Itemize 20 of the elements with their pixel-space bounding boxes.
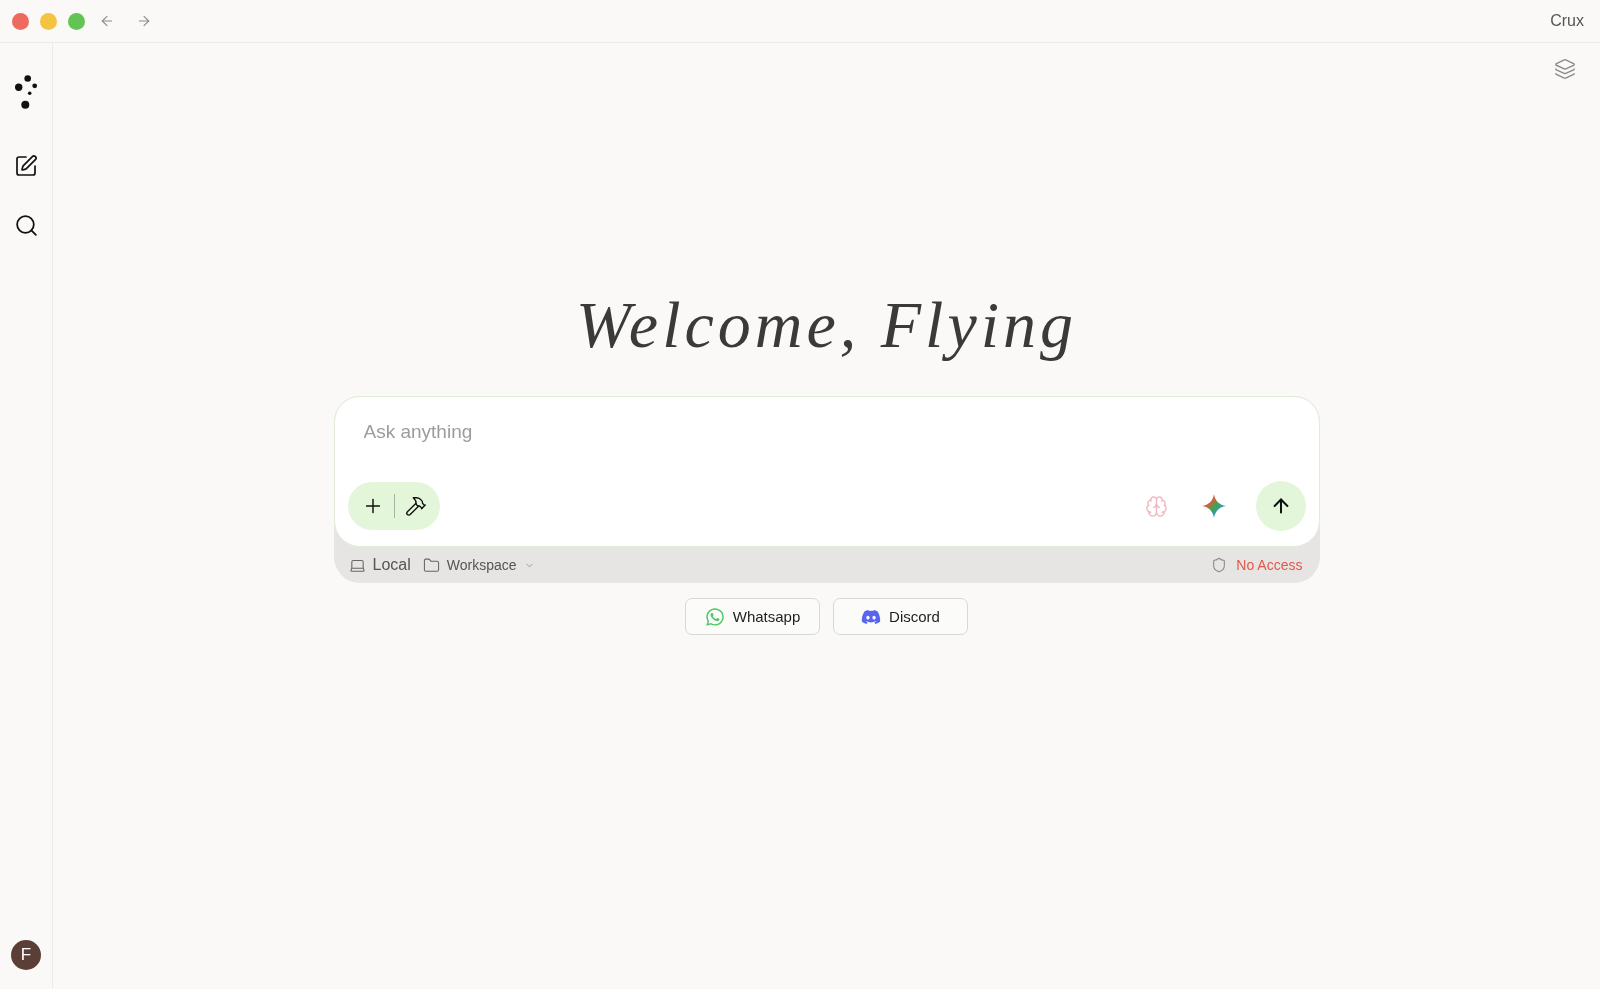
avatar[interactable]: F [11, 940, 41, 970]
window-title: Crux [1550, 12, 1584, 30]
dots-logo-icon[interactable] [14, 75, 38, 109]
message-input[interactable]: Ask anything [347, 419, 964, 445]
folder-icon [422, 556, 440, 574]
edit-icon[interactable] [14, 154, 38, 178]
welcome-heading: Welcome, Flying [575, 287, 1078, 363]
sparkle-icon[interactable] [1201, 494, 1226, 518]
folder-button[interactable]: Workspace [422, 556, 535, 574]
window-zoom-icon[interactable] [68, 12, 85, 30]
shield-icon [1211, 557, 1228, 573]
chat-bubble-phone-icon [704, 606, 725, 627]
shortcut-button[interactable]: Whatsapp [685, 598, 820, 635]
layers-icon[interactable] [1554, 58, 1576, 80]
location-button[interactable]: Local [348, 556, 411, 574]
window-close-icon[interactable] [12, 12, 29, 30]
search-icon[interactable] [13, 213, 39, 238]
send-button[interactable] [1255, 481, 1306, 531]
hammer-icon[interactable] [404, 495, 427, 517]
shortcut-button[interactable]: Discord [833, 598, 968, 635]
